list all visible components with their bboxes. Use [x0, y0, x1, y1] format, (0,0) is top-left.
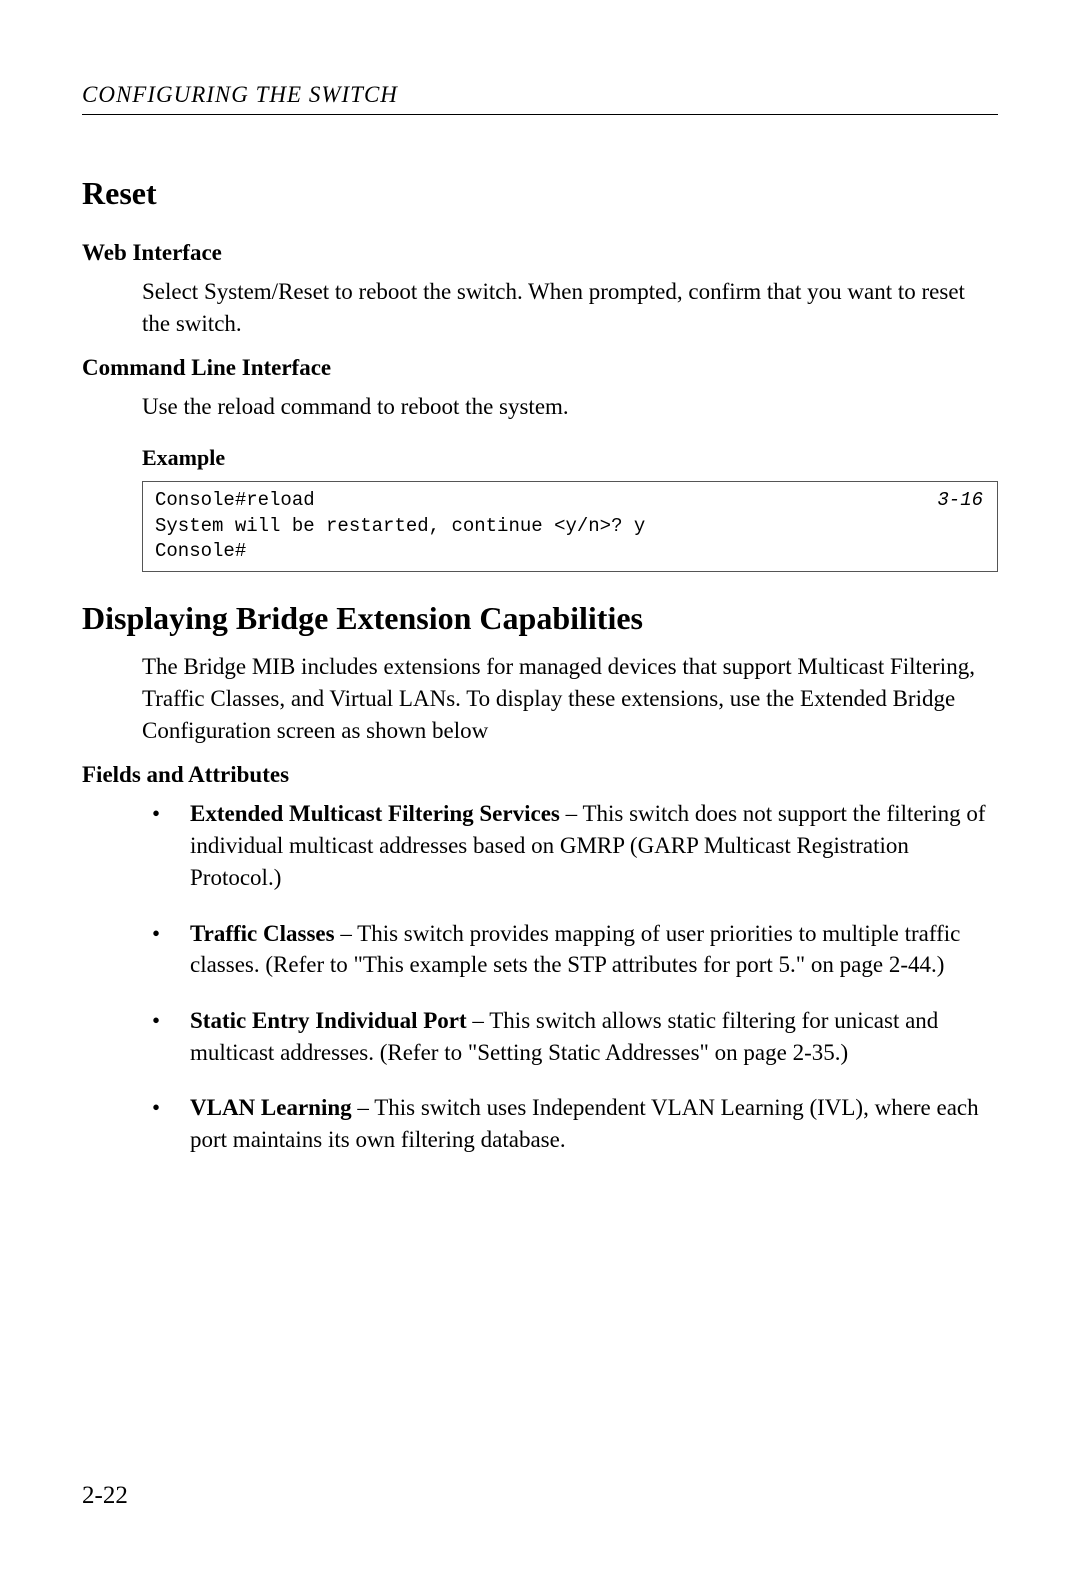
list-item: Traffic Classes – This switch provides m…	[142, 918, 998, 981]
heading-web-interface: Web Interface	[82, 240, 998, 266]
item-term: Traffic Classes	[190, 921, 335, 946]
item-term: VLAN Learning	[190, 1095, 352, 1120]
code-example-ref: 3-16	[937, 488, 983, 514]
text-web-interface: Select System/Reset to reboot the switch…	[142, 276, 998, 339]
list-item: Extended Multicast Filtering Services – …	[142, 798, 998, 893]
text-cli: Use the reload command to reboot the sys…	[142, 391, 998, 423]
heading-reset: Reset	[82, 175, 998, 212]
page-number: 2-22	[82, 1482, 128, 1510]
item-term: Static Entry Individual Port	[190, 1008, 467, 1033]
running-head: CONFIGURING THE SWITCH	[82, 82, 998, 115]
code-example-box: 3-16 Console#reload System will be restar…	[142, 481, 998, 572]
heading-bridge-ext: Displaying Bridge Extension Capabilities	[82, 600, 998, 637]
text-bridge-intro: The Bridge MIB includes extensions for m…	[142, 651, 998, 746]
heading-fields-attributes: Fields and Attributes	[82, 762, 998, 788]
list-item: VLAN Learning – This switch uses Indepen…	[142, 1092, 998, 1155]
heading-cli: Command Line Interface	[82, 355, 998, 381]
page: CONFIGURING THE SWITCH Reset Web Interfa…	[0, 0, 1080, 1570]
list-item: Static Entry Individual Port – This swit…	[142, 1005, 998, 1068]
code-example-text: Console#reload System will be restarted,…	[155, 489, 645, 562]
heading-example: Example	[142, 445, 998, 471]
fields-list: Extended Multicast Filtering Services – …	[142, 798, 998, 1156]
item-term: Extended Multicast Filtering Services	[190, 801, 560, 826]
